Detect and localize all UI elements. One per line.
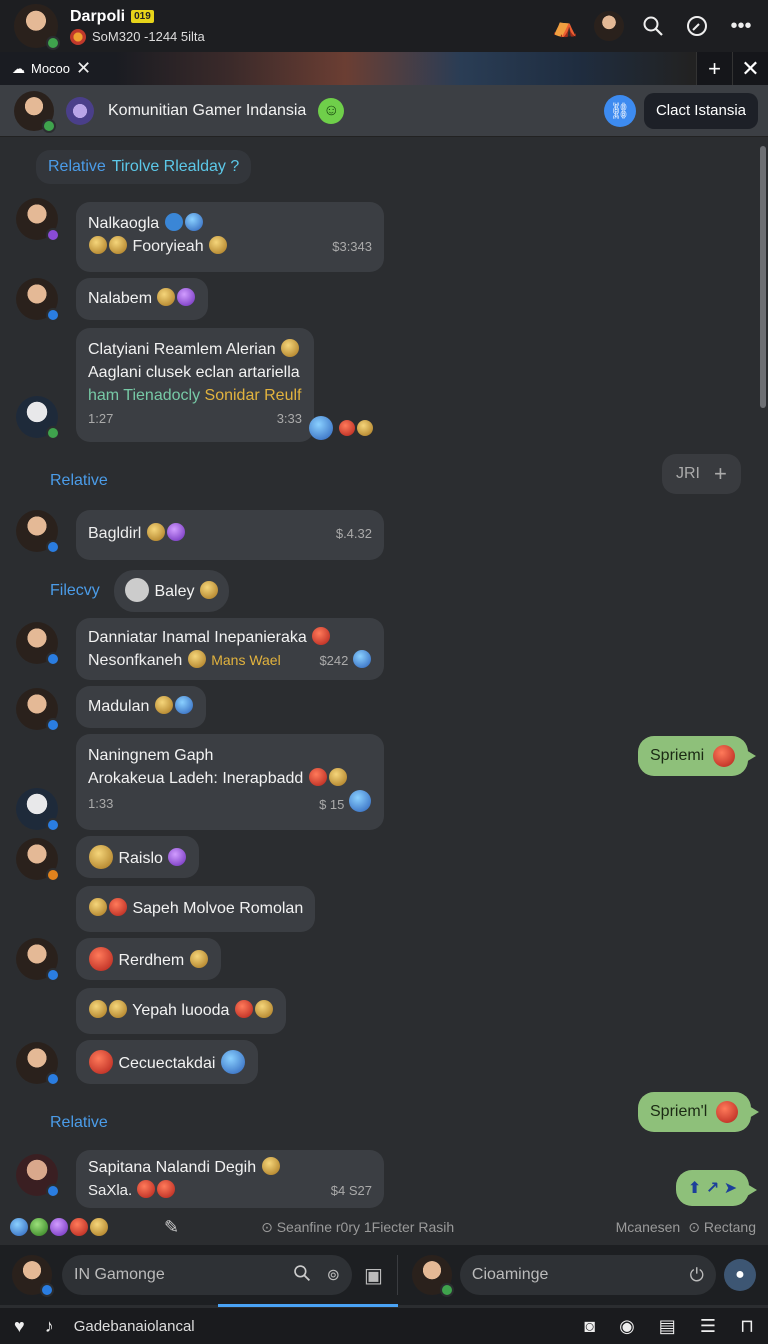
add-reaction-icon[interactable]: + (714, 461, 727, 487)
message-bubble[interactable]: Rerdhem (76, 938, 221, 980)
search-icon[interactable] (293, 1264, 311, 1287)
shield-icon (184, 213, 203, 231)
group-avatar[interactable] (14, 90, 56, 133)
sent-message[interactable]: ⬆ ↗ ➤ (676, 1170, 758, 1206)
group-name: Komunitian Gamer Indansia (108, 101, 307, 119)
avatar[interactable] (16, 510, 60, 554)
game-icon[interactable]: ⛺ (550, 11, 580, 41)
progress-bar (218, 1304, 398, 1307)
bag-icon[interactable]: ▤ (659, 1316, 676, 1337)
reaction-pill[interactable]: JRI + (662, 454, 741, 494)
message-bubble[interactable]: Cecuectakdai (76, 1040, 258, 1084)
message-bubble[interactable]: Sapeh Molvoe Romolan (76, 886, 316, 932)
avatar[interactable] (16, 838, 60, 882)
list-icon[interactable]: ☰ (700, 1316, 716, 1337)
avatar[interactable] (16, 622, 60, 666)
send-icon[interactable]: ● (723, 1259, 756, 1291)
badge-icon (164, 213, 183, 231)
message-bubble[interactable]: Madulan (76, 686, 206, 728)
composer-avatar[interactable] (12, 1255, 54, 1297)
system-notice: Relative Tirolve Rlealday ? (36, 150, 252, 184)
system-notice: Relative (50, 1114, 108, 1131)
sent-message[interactable]: Spriemi (638, 736, 757, 776)
message-input-2[interactable]: Cioaminge ⏻ (459, 1255, 716, 1295)
status-icon (70, 28, 86, 45)
avatar[interactable] (16, 1042, 60, 1086)
bottom-nav: ♥ ♪ Gadebanaiolancal ◙ ◉ ▤ ☰ ⊓ (0, 1308, 768, 1344)
more-icon[interactable]: ••• (726, 11, 756, 41)
banner-tab[interactable]: ☁ Mocoo ✕ (12, 58, 91, 79)
mini-avatar[interactable] (594, 11, 624, 41)
banner-tab-label: Mocoo (31, 61, 71, 76)
composer: IN Gamonge ⊚ ▣ Cioaminge ⏻ ● (0, 1245, 768, 1305)
system-notice: Relative (50, 472, 108, 489)
message-bubble[interactable]: Nalabem (76, 278, 209, 320)
message-bubble[interactable]: Sapitana Nalandi Degih SaXla. $4 S27 (76, 1150, 384, 1208)
message-bubble[interactable]: Danniatar Inamal Inepanieraka Nesonfkane… (76, 618, 384, 680)
chat-app: Darpoli 019 SoM320 -1244 5ilta ⛺ ••• ☁ Mo… (0, 0, 768, 1344)
media-icon[interactable]: ▣ (364, 1263, 383, 1288)
group-action-button[interactable]: Clact Istansia (643, 92, 758, 129)
top-bar: Darpoli 019 SoM320 -1244 5ilta ⛺ ••• (0, 0, 768, 52)
group-header[interactable]: Komunitian Gamer Indansia ☺ ⛓ Clact Ista… (0, 85, 768, 137)
message-list[interactable]: Relative Tirolve Rlealday ? Nalkaogla Foo… (0, 138, 768, 1208)
record-icon[interactable]: ◉ (619, 1316, 635, 1337)
message-bubble[interactable]: Nalkaogla Fooryieah $3:343 (76, 202, 384, 272)
sent-message[interactable]: Spriem'l (638, 1092, 760, 1132)
avatar[interactable] (16, 396, 60, 440)
message-bubble[interactable]: Clatyiani Reamlem Alerian Aaglani clusek… (76, 328, 314, 442)
group-icon (66, 96, 94, 125)
cloud-icon: ☁ (12, 60, 25, 76)
reaction-icon[interactable] (339, 420, 355, 436)
camera-icon[interactable]: ⊚ (327, 1265, 340, 1285)
composer-avatar-2[interactable] (411, 1255, 454, 1297)
close-banner-icon[interactable]: ✕ (732, 52, 768, 85)
reaction-icon[interactable] (309, 416, 333, 440)
message-bubble[interactable]: Naningnem Gaph Arokakeua Ladeh: Inerapba… (76, 734, 384, 830)
reaction-emojis[interactable] (10, 1218, 108, 1236)
profile-avatar[interactable] (14, 4, 60, 50)
online-badge (46, 36, 60, 50)
info-icon: ⊙ (261, 1218, 273, 1235)
bottom-label: Gadebanaiolancal (73, 1317, 195, 1335)
pen-icon[interactable]: ✎ (164, 1217, 179, 1238)
avatar[interactable] (16, 198, 60, 242)
avatar[interactable] (16, 788, 60, 832)
camera-icon[interactable]: ◙ (584, 1316, 595, 1337)
top-actions: ⛺ ••• (550, 11, 756, 41)
message-input[interactable]: IN Gamonge ⊚ (62, 1255, 352, 1295)
level-tag: 019 (131, 10, 154, 23)
add-icon[interactable]: + (696, 52, 732, 85)
reaction-strip: ✎ ⊙ Seanfine r0ry 1Fiecter Rasih Mcanese… (0, 1212, 768, 1242)
reaction-icon[interactable] (357, 420, 373, 436)
avatar[interactable] (16, 688, 60, 732)
message-bubble[interactable]: Yepah luooda (76, 988, 286, 1034)
user-chip[interactable]: Baley (114, 570, 229, 612)
chat-title: Darpoli 019 SoM320 -1244 5ilta (70, 8, 205, 45)
close-icon[interactable]: ✕ (76, 58, 91, 79)
system-notice: Filecvy (50, 582, 100, 599)
chat-subtitle: SoM320 -1244 5ilta (92, 29, 205, 44)
search-icon[interactable] (638, 11, 668, 41)
message-time: $3:343 (332, 239, 372, 254)
avatar[interactable] (16, 278, 60, 322)
link-icon[interactable]: ⛓ (603, 94, 636, 127)
message-bubble[interactable]: Raislo (76, 836, 200, 878)
avatar[interactable] (16, 1154, 60, 1198)
arrow-icon: ⬆ ↗ ➤ (688, 1180, 738, 1197)
heart-icon[interactable]: ♥ (14, 1316, 25, 1337)
compass-icon[interactable] (682, 11, 712, 41)
chat-name: Darpoli (70, 7, 126, 25)
mic-icon[interactable]: ⏻ (690, 1265, 704, 1286)
layout-icon[interactable]: ⊓ (740, 1316, 754, 1337)
message-bubble[interactable]: Bagldirl $.4.32 (76, 510, 384, 560)
scrollbar[interactable] (760, 146, 766, 408)
settings-icon: ⊙ (688, 1218, 700, 1235)
avatar[interactable] (16, 938, 60, 982)
game-banner: ☁ Mocoo ✕ + ✕ (0, 52, 768, 85)
smile-icon[interactable]: ☺ (318, 97, 345, 124)
music-icon[interactable]: ♪ (45, 1316, 54, 1337)
